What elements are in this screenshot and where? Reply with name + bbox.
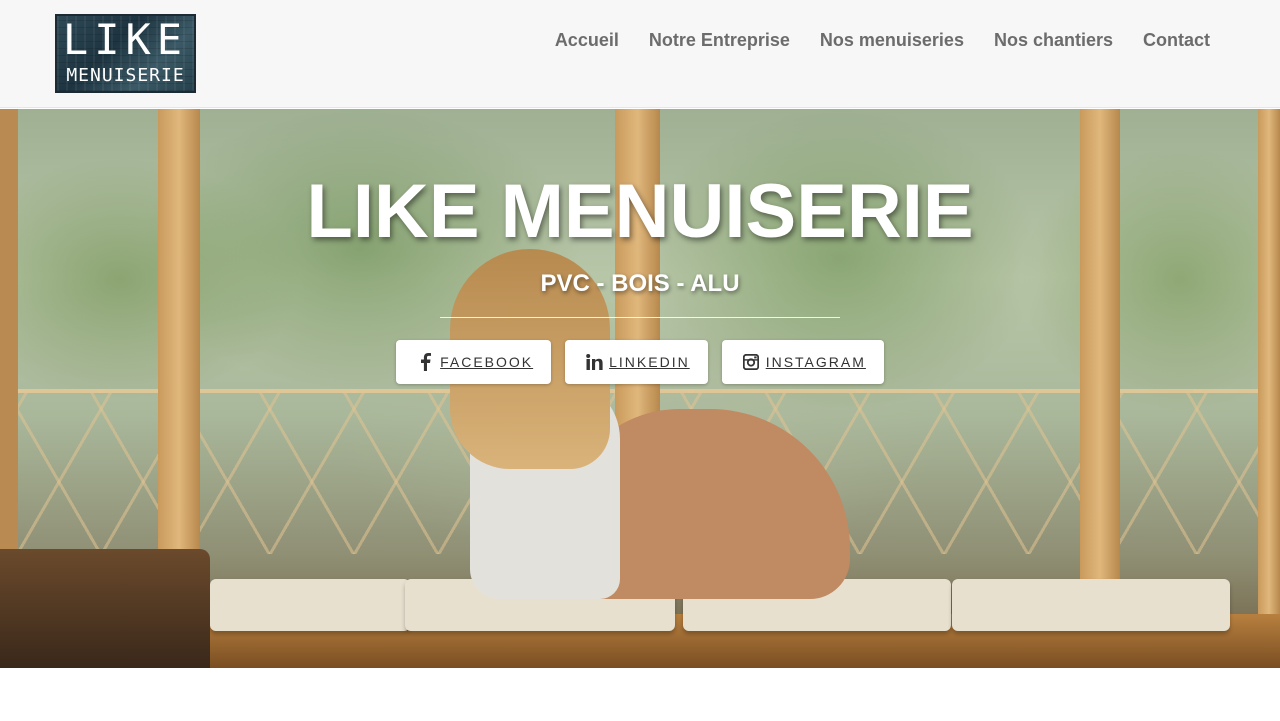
instagram-icon <box>742 353 760 371</box>
linkedin-button-label: LINKEDIN <box>609 354 690 370</box>
instagram-button-label: INSTAGRAM <box>765 354 866 370</box>
hero-chair <box>0 549 210 668</box>
nav-link-notre-entreprise[interactable]: Notre Entreprise <box>649 28 790 52</box>
nav-link-contact[interactable]: Contact <box>1143 28 1210 52</box>
logo-wordmark-top: LIKE <box>62 15 189 64</box>
main-nav: Accueil Notre Entreprise Nos menuiseries… <box>555 28 1210 52</box>
linkedin-button[interactable]: LINKEDIN <box>565 340 708 384</box>
facebook-button[interactable]: FACEBOOK <box>396 340 552 384</box>
hero-cushion <box>210 579 410 631</box>
hero-divider <box>440 317 840 318</box>
instagram-button[interactable]: INSTAGRAM <box>721 340 884 384</box>
social-buttons: FACEBOOK LINKEDIN INSTAGRAM <box>0 340 1280 384</box>
site-logo[interactable]: LIKE MENUISERIE <box>55 14 196 93</box>
hero-subtitle: PVC - BOIS - ALU <box>540 270 740 297</box>
linkedin-icon <box>585 353 603 371</box>
site-header: LIKE MENUISERIE Accueil Notre Entreprise… <box>0 0 1280 108</box>
nav-link-nos-menuiseries[interactable]: Nos menuiseries <box>820 28 964 52</box>
facebook-icon <box>416 353 434 371</box>
logo-wordmark-bottom: MENUISERIE <box>66 65 185 86</box>
hero-title: LIKE MENUISERIE <box>306 169 974 254</box>
facebook-button-label: FACEBOOK <box>440 354 534 370</box>
nav-link-nos-chantiers[interactable]: Nos chantiers <box>994 28 1113 52</box>
nav-link-accueil[interactable]: Accueil <box>555 28 619 52</box>
hero-cushion <box>952 579 1230 631</box>
hero-content: LIKE MENUISERIE PVC - BOIS - ALU FACEBOO… <box>0 109 1280 384</box>
